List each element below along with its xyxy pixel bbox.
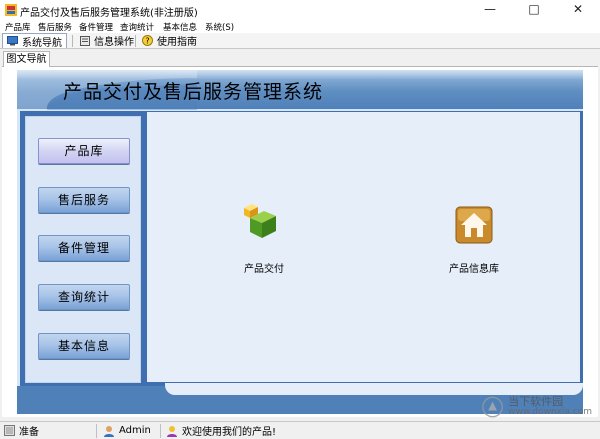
toolbar-info-ops[interactable]: 信息操作 (76, 33, 138, 48)
nav-button-after-sales[interactable]: 售后服务 (38, 187, 130, 213)
status-user: Admin (103, 423, 151, 438)
toolbar-info-ops-label: 信息操作 (94, 37, 134, 48)
menu-basic-info[interactable]: 基本信息 (163, 21, 197, 33)
toolbar-divider (72, 35, 73, 47)
watermark-icon (482, 396, 503, 418)
status-ready-text: 准备 (19, 427, 39, 438)
toolbar-help-label: 使用指南 (157, 37, 197, 48)
title-bar: 产品交付及售后服务管理系统(非注册版) — □ ✕ (0, 0, 600, 20)
status-welcome-text: 欢迎使用我们的产品! (182, 427, 277, 438)
nav-button-product-library[interactable]: 产品库 (38, 138, 130, 164)
status-user-text: Admin (119, 425, 151, 436)
toolbar-system-nav-label: 系统导航 (22, 37, 62, 49)
content-panel (147, 112, 580, 382)
menu-system[interactable]: 系统(S) (205, 21, 234, 33)
toolbar-divider (135, 35, 136, 47)
document-icon (80, 35, 90, 46)
watermark-logo: 当下软件园 www.downxia.com (482, 394, 592, 420)
maximize-button[interactable]: □ (512, 0, 556, 20)
house-icon[interactable] (455, 206, 495, 246)
item-label-product-info[interactable]: 产品信息库 (438, 260, 510, 275)
minimize-button[interactable]: — (468, 0, 512, 20)
close-button[interactable]: ✕ (556, 0, 600, 20)
banner-title: 产品交付及售后服务管理系统 (63, 81, 324, 103)
menu-product-library[interactable]: 产品库 (5, 21, 31, 33)
user-icon (104, 425, 114, 437)
green-cube-icon[interactable] (242, 200, 282, 240)
status-divider (160, 424, 161, 438)
svg-text:?: ? (145, 37, 149, 46)
menu-bar: 产品库 售后服务 备件管理 查询统计 基本信息 系统(S) (0, 20, 600, 33)
nav-button-basic-info[interactable]: 基本信息 (38, 333, 130, 359)
status-bar: 准备 Admin 欢迎使用我们的产品! (0, 421, 600, 439)
nav-button-spare-parts[interactable]: 备件管理 (38, 235, 130, 261)
item-label-product-delivery[interactable]: 产品交付 (232, 260, 296, 275)
help-icon: ? (142, 35, 153, 46)
status-ready-icon (4, 425, 15, 436)
toolbar-help[interactable]: ? 使用指南 (138, 33, 201, 48)
menu-spare-parts[interactable]: 备件管理 (79, 21, 113, 33)
app-icon (5, 4, 17, 16)
toolbar: 系统导航 信息操作 ? 使用指南 (0, 33, 600, 49)
watermark-name: 当下软件园 (508, 395, 564, 408)
tab-graphic-nav[interactable]: 图文导航 (3, 51, 50, 67)
status-ready: 准备 (4, 423, 39, 438)
welcome-icon (167, 425, 177, 437)
status-divider (96, 424, 97, 438)
status-welcome: 欢迎使用我们的产品! (166, 423, 276, 438)
toolbar-system-nav[interactable]: 系统导航 (2, 33, 67, 49)
window-title: 产品交付及售后服务管理系统(非注册版) (20, 8, 198, 19)
nav-button-query-stats[interactable]: 查询统计 (38, 284, 130, 310)
menu-after-sales[interactable]: 售后服务 (38, 21, 72, 33)
watermark-url: www.downxia.com (508, 407, 592, 417)
menu-query-stats[interactable]: 查询统计 (120, 21, 154, 33)
monitor-icon (7, 36, 18, 46)
